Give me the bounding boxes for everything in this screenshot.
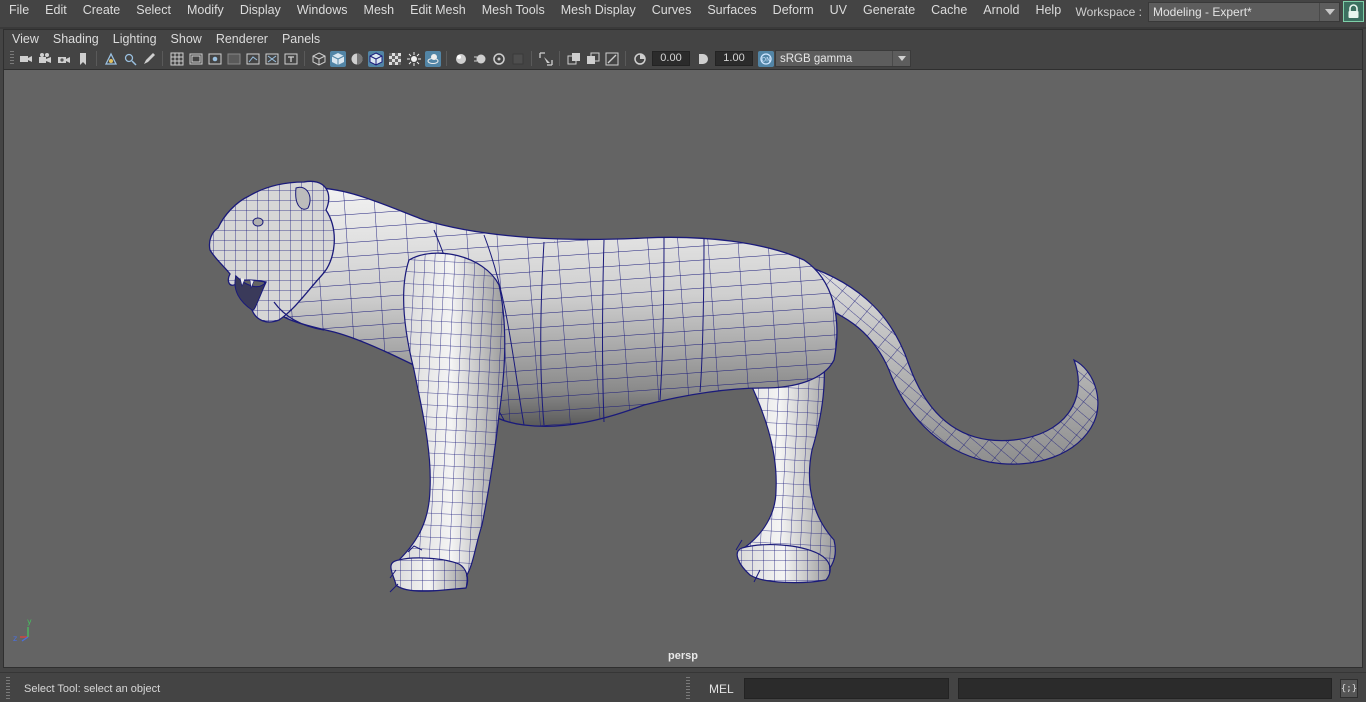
workspace-dropdown[interactable]: Modeling - Expert* bbox=[1148, 2, 1340, 22]
gamma-icon[interactable] bbox=[695, 51, 711, 67]
workspace-label: Workspace : bbox=[1075, 5, 1142, 19]
image-plane-icon[interactable] bbox=[103, 51, 119, 67]
grease-pencil-icon[interactable] bbox=[141, 51, 157, 67]
panel-menu-shading[interactable]: Shading bbox=[46, 30, 106, 48]
smooth-shade-icon[interactable] bbox=[329, 50, 346, 67]
motion-blur-icon[interactable] bbox=[472, 51, 488, 67]
menu-mesh-tools[interactable]: Mesh Tools bbox=[474, 0, 553, 22]
menu-file[interactable]: File bbox=[0, 0, 37, 22]
menu-mesh[interactable]: Mesh bbox=[356, 0, 403, 22]
textured-icon[interactable] bbox=[387, 51, 403, 67]
toolbar-separator bbox=[162, 51, 163, 66]
bookmark-icon[interactable] bbox=[75, 51, 91, 67]
chevron-down-icon[interactable] bbox=[892, 51, 910, 66]
leopard-tail bbox=[803, 264, 1099, 465]
safe-title-icon[interactable] bbox=[283, 51, 299, 67]
menu-deform[interactable]: Deform bbox=[765, 0, 822, 22]
command-line-input[interactable] bbox=[744, 678, 949, 699]
default-material-icon[interactable] bbox=[349, 51, 365, 67]
panel-menu-show[interactable]: Show bbox=[164, 30, 209, 48]
view-transform-dropdown[interactable]: sRGB gamma bbox=[775, 50, 911, 67]
xray-icon[interactable] bbox=[566, 51, 582, 67]
menu-display[interactable]: Display bbox=[232, 0, 289, 22]
command-result-field bbox=[958, 678, 1332, 699]
menu-create[interactable]: Create bbox=[75, 0, 129, 22]
workspace-value: Modeling - Expert* bbox=[1153, 5, 1252, 19]
leopard-body bbox=[263, 187, 838, 427]
toolbar-separator bbox=[531, 51, 532, 66]
toolbar-separator bbox=[446, 51, 447, 66]
workspace-lock-button[interactable] bbox=[1343, 1, 1364, 22]
menu-select[interactable]: Select bbox=[128, 0, 179, 22]
view-axis-indicator: y z bbox=[10, 615, 50, 645]
toolbar-separator bbox=[96, 51, 97, 66]
panel-menu-panels[interactable]: Panels bbox=[275, 30, 327, 48]
xray-joints-icon[interactable] bbox=[604, 51, 620, 67]
menu-curves[interactable]: Curves bbox=[644, 0, 700, 22]
help-line: Select Tool: select an object bbox=[24, 683, 161, 695]
svg-text:ON: ON bbox=[761, 56, 770, 63]
menu-windows[interactable]: Windows bbox=[289, 0, 356, 22]
toolbar-grip[interactable] bbox=[10, 51, 14, 66]
exposure-icon[interactable] bbox=[632, 51, 648, 67]
toolbar-separator bbox=[304, 51, 305, 66]
color-management-icon[interactable]: ON bbox=[757, 50, 774, 67]
camera-name-label: persp bbox=[668, 650, 698, 662]
command-grip[interactable] bbox=[686, 677, 690, 699]
isolate-select-icon[interactable] bbox=[538, 51, 554, 67]
menu-help[interactable]: Help bbox=[1027, 0, 1069, 22]
field-chart-icon[interactable] bbox=[245, 51, 261, 67]
xray-active-components-icon[interactable] bbox=[585, 51, 601, 67]
panel-menu-view[interactable]: View bbox=[4, 30, 46, 48]
perspective-viewport[interactable]: y z persp bbox=[4, 69, 1362, 667]
grid-icon[interactable] bbox=[169, 51, 185, 67]
status-grip[interactable] bbox=[6, 677, 10, 699]
panel-menu-lighting[interactable]: Lighting bbox=[106, 30, 164, 48]
camera-tools-icon[interactable] bbox=[56, 51, 72, 67]
menu-edit-mesh[interactable]: Edit Mesh bbox=[402, 0, 474, 22]
film-gate-icon[interactable] bbox=[188, 51, 204, 67]
two-d-pan-zoom-icon[interactable] bbox=[122, 51, 138, 67]
menu-surfaces[interactable]: Surfaces bbox=[699, 0, 764, 22]
status-bar: Select Tool: select an object MEL {;} bbox=[0, 672, 1366, 702]
select-camera-icon[interactable] bbox=[18, 51, 34, 67]
lock-icon bbox=[1348, 4, 1359, 18]
axis-y-label: y bbox=[27, 617, 32, 626]
panel-menu-bar: View Shading Lighting Show Renderer Pane… bbox=[4, 30, 1362, 48]
workspace-selector: Workspace : Modeling - Expert* bbox=[1076, 2, 1340, 22]
wireframe-icon[interactable] bbox=[311, 51, 327, 67]
leopard-front-leg bbox=[397, 252, 506, 586]
shadows-icon[interactable] bbox=[424, 50, 441, 67]
menu-cache[interactable]: Cache bbox=[923, 0, 975, 22]
chevron-down-icon[interactable] bbox=[1319, 3, 1339, 21]
resolution-gate-icon[interactable] bbox=[207, 51, 223, 67]
camera-attributes-icon[interactable] bbox=[37, 51, 53, 67]
menu-edit[interactable]: Edit bbox=[37, 0, 75, 22]
panel-toolbar: 0.00 1.00 ON sRGB gamma bbox=[4, 49, 1362, 68]
menu-mesh-display[interactable]: Mesh Display bbox=[553, 0, 644, 22]
menu-modify[interactable]: Modify bbox=[179, 0, 232, 22]
safe-action-icon[interactable] bbox=[264, 51, 280, 67]
menu-arnold[interactable]: Arnold bbox=[975, 0, 1027, 22]
view-transform-value: sRGB gamma bbox=[780, 52, 853, 65]
leopard-wireframe-model bbox=[208, 180, 1099, 593]
menu-generate[interactable]: Generate bbox=[855, 0, 923, 22]
wireframe-on-shaded-icon[interactable] bbox=[367, 50, 384, 67]
axis-z-label: z bbox=[13, 634, 17, 643]
toolbar-separator bbox=[559, 51, 560, 66]
screen-space-ao-icon[interactable] bbox=[453, 51, 469, 67]
menu-uv[interactable]: UV bbox=[822, 0, 855, 22]
toolbar-separator bbox=[625, 51, 626, 66]
model-panel: View Shading Lighting Show Renderer Pane… bbox=[3, 29, 1363, 668]
gamma-field[interactable]: 1.00 bbox=[715, 51, 753, 66]
use-all-lights-icon[interactable] bbox=[406, 51, 422, 67]
gate-mask-icon[interactable] bbox=[226, 51, 242, 67]
command-language-toggle[interactable]: MEL bbox=[709, 682, 734, 696]
panel-menu-renderer[interactable]: Renderer bbox=[209, 30, 275, 48]
depth-of-field-icon[interactable] bbox=[510, 51, 526, 67]
anti-aliasing-icon[interactable] bbox=[491, 51, 507, 67]
script-editor-button[interactable]: {;} bbox=[1340, 679, 1358, 698]
exposure-field[interactable]: 0.00 bbox=[652, 51, 690, 66]
